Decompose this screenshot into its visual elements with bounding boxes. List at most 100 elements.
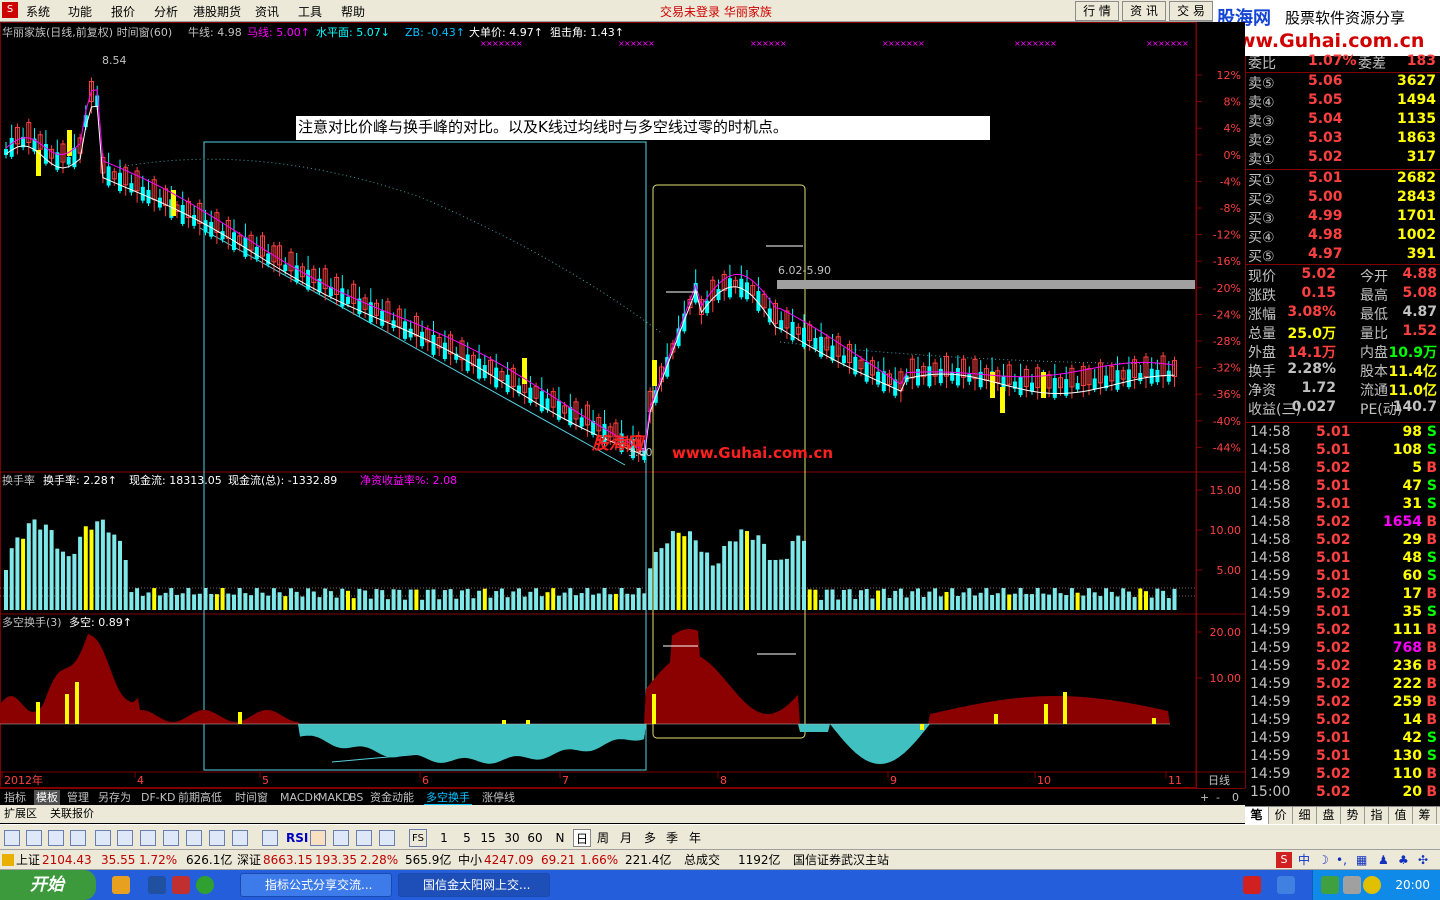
tick-row[interactable]: 14:59 5.01 60 S: [1246, 568, 1440, 586]
indicator-tab[interactable]: 时间窗: [233, 790, 270, 805]
quote-tab[interactable]: 势: [1341, 807, 1365, 824]
period-button[interactable]: 30: [503, 829, 521, 847]
f10-icon[interactable]: [117, 830, 133, 846]
buy-order-row[interactable]: 买② 5.00 2843: [1246, 189, 1440, 208]
menu-function[interactable]: 功能: [68, 3, 92, 20]
sell-order-row[interactable]: 卖② 5.03 1863: [1246, 130, 1440, 149]
indicator-tab[interactable]: 多空换手: [424, 790, 472, 805]
ime-chinese-icon[interactable]: 中: [1298, 850, 1310, 870]
ime-user-icon[interactable]: ♟: [1378, 850, 1389, 870]
tick-row[interactable]: 14:59 5.02 222 B: [1246, 676, 1440, 694]
menu-tools[interactable]: 工具: [298, 3, 322, 20]
move-icon[interactable]: [333, 830, 349, 846]
indicator-tab[interactable]: 管理: [65, 790, 91, 805]
tick-row[interactable]: 14:58 5.01 98 S: [1246, 424, 1440, 442]
task-formula-share[interactable]: 指标公式分享交流...: [240, 873, 392, 897]
tab-expand-area[interactable]: 扩展区: [2, 806, 39, 821]
indicator-tab[interactable]: 资金动能: [368, 790, 416, 805]
tick-row[interactable]: 14:59 5.02 236 B: [1246, 658, 1440, 676]
zoom-icon[interactable]: [232, 830, 248, 846]
period-button[interactable]: 季: [663, 829, 681, 847]
indicator-tab[interactable]: 前期高低: [176, 790, 224, 805]
quicklaunch-app-icon[interactable]: [112, 876, 130, 894]
quicklaunch-media-icon[interactable]: [172, 876, 190, 894]
tray-ime-icon[interactable]: [1243, 876, 1261, 894]
tray-collapse-icon[interactable]: [1277, 876, 1295, 894]
menu-news[interactable]: 资讯: [255, 3, 279, 20]
tick-row[interactable]: 14:58 5.02 5 B: [1246, 460, 1440, 478]
zoom-control[interactable]: -: [1214, 790, 1222, 805]
quote-tab[interactable]: 细: [1293, 807, 1317, 824]
indicator-tab[interactable]: 另存为: [96, 790, 133, 805]
menu-system[interactable]: 系统: [26, 3, 50, 20]
tick-row[interactable]: 14:58 5.01 47 S: [1246, 478, 1440, 496]
line-chart-icon[interactable]: [48, 830, 64, 846]
quote-tab[interactable]: 值: [1389, 807, 1413, 824]
report-icon[interactable]: [140, 830, 156, 846]
tick-row[interactable]: 14:59 5.01 35 S: [1246, 604, 1440, 622]
rsi-button[interactable]: RSI: [286, 829, 308, 847]
menu-hk-futures[interactable]: 港股期货: [193, 3, 241, 20]
tick-row[interactable]: 14:58 5.02 29 B: [1246, 532, 1440, 550]
quote-tab[interactable]: 指: [1365, 807, 1389, 824]
ime-keyboard-icon[interactable]: ▦: [1356, 850, 1367, 870]
quote-tab[interactable]: 价: [1269, 807, 1293, 824]
period-button[interactable]: 月: [617, 829, 635, 847]
tick-row[interactable]: 14:59 5.02 110 B: [1246, 766, 1440, 784]
period-button[interactable]: 1: [435, 829, 453, 847]
quote-tab[interactable]: 筹: [1413, 807, 1437, 824]
grid-icon[interactable]: [26, 830, 42, 846]
sz-name[interactable]: 深证: [237, 850, 261, 870]
buy-order-row[interactable]: 买⑤ 4.97 391: [1246, 246, 1440, 265]
tick-row[interactable]: 14:58 5.02 1654 B: [1246, 514, 1440, 532]
export-icon[interactable]: [356, 830, 372, 846]
quote-tab[interactable]: 笔: [1245, 807, 1269, 824]
tick-row[interactable]: 14:58 5.01 48 S: [1246, 550, 1440, 568]
kline-icon[interactable]: [70, 830, 86, 846]
period-button[interactable]: 15: [479, 829, 497, 847]
pen-icon[interactable]: [379, 830, 395, 846]
indicator-tab[interactable]: DF-KD: [139, 790, 177, 805]
period-button[interactable]: 年: [686, 829, 704, 847]
indicator-tab[interactable]: 指标: [2, 790, 28, 805]
monitor-icon[interactable]: [95, 830, 111, 846]
buy-order-row[interactable]: 买① 5.01 2682: [1246, 170, 1440, 189]
tick-row[interactable]: 14:59 5.02 259 B: [1246, 694, 1440, 712]
tick-row[interactable]: 14:59 5.02 111 B: [1246, 622, 1440, 640]
zoom-control[interactable]: 0: [1230, 790, 1241, 805]
dollar-icon[interactable]: [310, 830, 326, 846]
buy-order-row[interactable]: 买③ 4.99 1701: [1246, 208, 1440, 227]
sell-order-row[interactable]: 卖④ 5.05 1494: [1246, 92, 1440, 111]
market-button[interactable]: 行 情: [1075, 1, 1119, 21]
tray-volume-icon[interactable]: [1343, 876, 1361, 894]
menu-help[interactable]: 帮助: [341, 3, 365, 20]
tick-row[interactable]: 14:59 5.01 42 S: [1246, 730, 1440, 748]
tab-related-quote[interactable]: 关联报价: [48, 806, 96, 821]
quicklaunch-browser-icon[interactable]: [148, 876, 166, 894]
station-name[interactable]: 国信证券武汉主站: [793, 850, 889, 870]
zoom-control[interactable]: +: [1198, 790, 1211, 805]
indicator-tab[interactable]: 涨停线: [480, 790, 517, 805]
period-button[interactable]: 日: [573, 829, 591, 847]
sh-name[interactable]: 上证: [16, 850, 40, 870]
formula-icon[interactable]: [209, 830, 225, 846]
indicator-tab[interactable]: BS: [347, 790, 365, 805]
sell-order-row[interactable]: 卖① 5.02 317: [1246, 149, 1440, 168]
fs-button[interactable]: FS: [409, 829, 427, 847]
tick-row[interactable]: 14:59 5.02 17 B: [1246, 586, 1440, 604]
ime-settings-icon[interactable]: ✣: [1418, 850, 1428, 870]
period-button[interactable]: 5: [458, 829, 476, 847]
trend-icon[interactable]: [262, 830, 278, 846]
ime-s-icon[interactable]: S: [1276, 852, 1292, 868]
app-icon[interactable]: S: [2, 2, 18, 18]
tray-security-icon[interactable]: [1363, 876, 1381, 894]
trade-button[interactable]: 交 易: [1169, 1, 1213, 21]
menu-quote[interactable]: 报价: [111, 3, 135, 20]
ime-punct-icon[interactable]: •,: [1336, 850, 1347, 870]
tick-row[interactable]: 14:59 5.02 14 B: [1246, 712, 1440, 730]
task-trading-app[interactable]: 国信金太阳网上交...: [398, 873, 550, 897]
f2-icon[interactable]: [186, 830, 202, 846]
tick-row[interactable]: 14:58 5.01 31 S: [1246, 496, 1440, 514]
menu-analysis[interactable]: 分析: [154, 3, 178, 20]
quote-tab[interactable]: 盘: [1317, 807, 1341, 824]
